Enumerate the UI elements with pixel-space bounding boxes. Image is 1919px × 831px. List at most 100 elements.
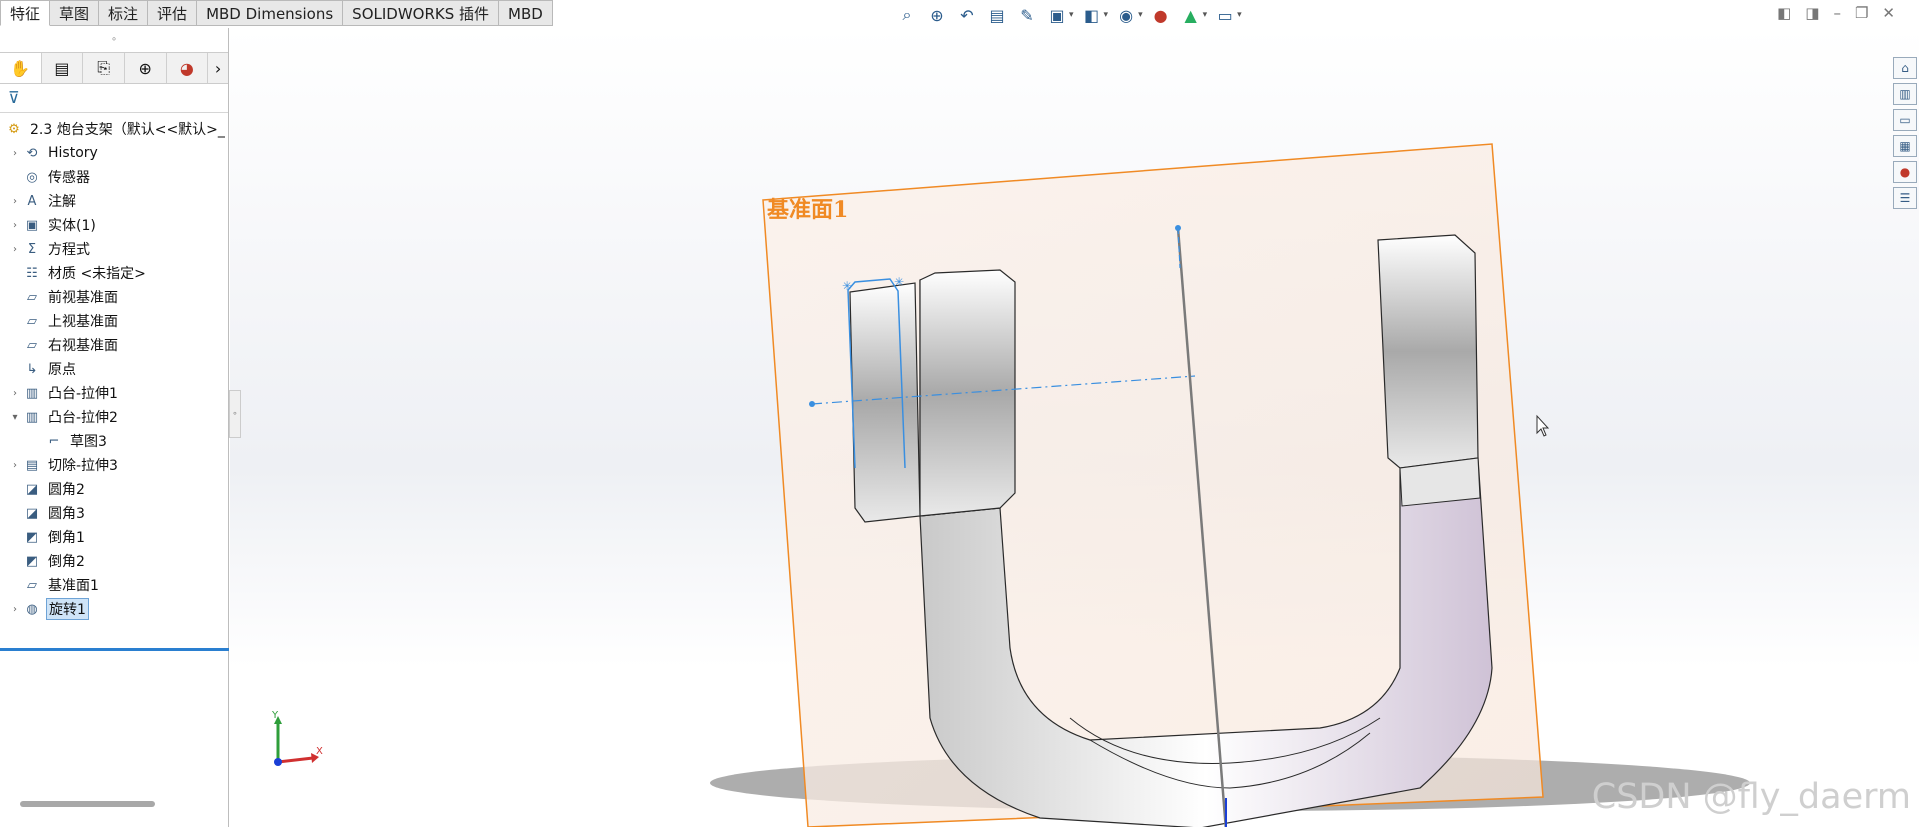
tree-item-label: 前视基准面: [48, 290, 118, 306]
scene-icon[interactable]: ▲: [1179, 4, 1203, 26]
tree-item[interactable]: › Σ 方程式: [0, 237, 228, 261]
tree-item-label: History: [48, 145, 98, 161]
tree-item[interactable]: ⌐ 草图3: [0, 429, 228, 453]
collapsed-arrow-icon[interactable]: ›: [8, 388, 22, 399]
model-view[interactable]: 基准面1 ✳ ✳: [230, 28, 1919, 831]
dynamic-annotation-icon[interactable]: ✎: [1015, 4, 1039, 26]
feature-manager-panel: ∘ ✋ ▤ ⎘ ⊕ ◕ › ⊽ ⚙ 2.3 炮台支架（默认<<默认>_ › ⟲ Hi…: [0, 28, 229, 827]
chevron-down-icon[interactable]: ▾: [1104, 10, 1109, 20]
collapsed-arrow-icon[interactable]: ›: [8, 220, 22, 231]
tree-item[interactable]: ↳ 原点: [0, 357, 228, 381]
feature-manager-tab-icon[interactable]: ✋: [0, 53, 42, 83]
horizontal-scrollbar[interactable]: [20, 801, 155, 807]
panel-grip-icon[interactable]: ∘: [0, 28, 228, 52]
chevron-down-icon[interactable]: ▾: [1138, 10, 1143, 20]
history-icon: ⟲: [26, 145, 38, 161]
dimxpert-tab-icon[interactable]: ⊕: [125, 53, 167, 83]
tree-root[interactable]: ⚙ 2.3 炮台支架（默认<<默认>_: [0, 117, 228, 141]
edit-appearance-icon[interactable]: ●: [1149, 4, 1173, 26]
display-style-icon[interactable]: ◧: [1080, 4, 1104, 26]
tree-item[interactable]: ▾ ▥ 凸台-拉伸2: [0, 405, 228, 429]
view-palette-icon[interactable]: ▦: [1893, 135, 1917, 157]
tree-item[interactable]: › ⟲ History: [0, 141, 228, 165]
chevron-down-icon[interactable]: ▾: [1069, 10, 1074, 20]
tab-mbd[interactable]: MBD: [499, 0, 553, 26]
rollback-bar[interactable]: [0, 648, 229, 651]
previous-view-icon[interactable]: ↶: [955, 4, 979, 26]
plane-label: 基准面1: [767, 197, 848, 223]
solid-body-icon: ▣: [25, 217, 39, 233]
tree-item[interactable]: ▱ 基准面1: [0, 573, 228, 597]
tree-item-label: 方程式: [48, 242, 90, 258]
tile-left-icon[interactable]: ◧: [1777, 4, 1791, 22]
file-explorer-icon[interactable]: ▭: [1893, 109, 1917, 131]
section-view-icon[interactable]: ▤: [985, 4, 1009, 26]
expanded-arrow-icon[interactable]: ▾: [8, 412, 22, 423]
chevron-down-icon[interactable]: ▾: [1203, 10, 1208, 20]
material-icon: ☷: [26, 265, 38, 281]
feature-tree: ⚙ 2.3 炮台支架（默认<<默认>_ › ⟲ History ◎ 传感器 › A 注解 › ▣ 实…: [0, 113, 228, 621]
tile-right-icon[interactable]: ◨: [1805, 4, 1819, 22]
task-pane-tabs: ⌂ ▥ ▭ ▦ ● ☰: [1893, 57, 1919, 209]
close-icon[interactable]: ✕: [1882, 4, 1895, 22]
graphics-area[interactable]: 基准面1 ✳ ✳: [230, 28, 1919, 831]
tree-item[interactable]: ◪ 圆角2: [0, 477, 228, 501]
tree-item[interactable]: ▱ 前视基准面: [0, 285, 228, 309]
chevron-right-icon[interactable]: ›: [208, 53, 228, 83]
collapsed-arrow-icon[interactable]: ›: [8, 604, 22, 615]
home-icon[interactable]: ⌂: [1893, 57, 1917, 79]
collapsed-arrow-icon[interactable]: ›: [8, 460, 22, 471]
tree-item-label: 注解: [48, 194, 76, 210]
coordinate-triad: Y X: [268, 710, 328, 774]
origin-icon: ↳: [26, 361, 38, 377]
tree-item[interactable]: › ▣ 实体(1): [0, 213, 228, 237]
tree-item-label: 上视基准面: [48, 314, 118, 330]
triad-x-label: X: [316, 746, 323, 757]
tree-item[interactable]: › ▥ 凸台-拉伸1: [0, 381, 228, 405]
tree-item[interactable]: ◩ 倒角1: [0, 525, 228, 549]
tab-mbd-dimensions[interactable]: MBD Dimensions: [197, 0, 344, 26]
sketch-icon: ⌐: [48, 433, 60, 449]
tab-solidworks-addins[interactable]: SOLIDWORKS 插件: [343, 0, 500, 26]
property-manager-tab-icon[interactable]: ▤: [42, 53, 84, 83]
restore-icon[interactable]: ❐: [1855, 4, 1868, 22]
hide-show-icon[interactable]: ◉: [1114, 4, 1138, 26]
collapsed-arrow-icon[interactable]: ›: [8, 148, 22, 159]
tab-sketch[interactable]: 草图: [50, 0, 100, 26]
zoom-to-fit-icon[interactable]: ⌕: [895, 4, 919, 26]
tab-markup[interactable]: 标注: [99, 0, 149, 26]
tree-item[interactable]: › ◍ 旋转1: [0, 597, 228, 621]
zoom-area-icon[interactable]: ⊕: [925, 4, 949, 26]
cut-extrude-icon: ▤: [25, 457, 39, 473]
tree-item-label: 凸台-拉伸1: [48, 386, 118, 402]
filter-icon[interactable]: ⊽: [0, 84, 228, 113]
minimize-icon[interactable]: –: [1833, 4, 1841, 22]
tree-item[interactable]: ◪ 圆角3: [0, 501, 228, 525]
tree-item[interactable]: ▱ 上视基准面: [0, 309, 228, 333]
tree-item-label: 草图3: [70, 434, 107, 450]
tab-features[interactable]: 特征: [0, 0, 51, 26]
design-library-icon[interactable]: ▥: [1893, 83, 1917, 105]
configuration-manager-tab-icon[interactable]: ⎘: [83, 53, 125, 83]
tree-item[interactable]: ◎ 传感器: [0, 165, 228, 189]
view-settings-icon[interactable]: ▭: [1213, 4, 1237, 26]
collapsed-arrow-icon[interactable]: ›: [8, 196, 22, 207]
appearances-icon[interactable]: ●: [1893, 161, 1917, 183]
display-manager-tab-icon[interactable]: ◕: [167, 53, 209, 83]
tab-evaluate[interactable]: 评估: [148, 0, 198, 26]
chevron-down-icon[interactable]: ▾: [1237, 10, 1242, 20]
tree-item[interactable]: › ▤ 切除-拉伸3: [0, 453, 228, 477]
panel-collapse-handle[interactable]: ∘: [229, 390, 241, 438]
heads-up-view-toolbar: ⌕ ⊕ ↶ ▤ ✎ ▣ ▾ ◧ ▾ ◉ ▾ ● ▲ ▾ ▭ ▾: [895, 2, 1242, 28]
custom-properties-icon[interactable]: ☰: [1893, 187, 1917, 209]
plane-icon: ▱: [27, 289, 37, 305]
tree-item[interactable]: ▱ 右视基准面: [0, 333, 228, 357]
collapsed-arrow-icon[interactable]: ›: [8, 244, 22, 255]
view-orientation-icon[interactable]: ▣: [1045, 4, 1069, 26]
revolve-icon: ◍: [26, 601, 38, 617]
tree-item[interactable]: › A 注解: [0, 189, 228, 213]
tree-item[interactable]: ◩ 倒角2: [0, 549, 228, 573]
svg-text:✳: ✳: [842, 279, 852, 293]
tree-item-label: 基准面1: [48, 578, 99, 594]
tree-item[interactable]: ☷ 材质 <未指定>: [0, 261, 228, 285]
